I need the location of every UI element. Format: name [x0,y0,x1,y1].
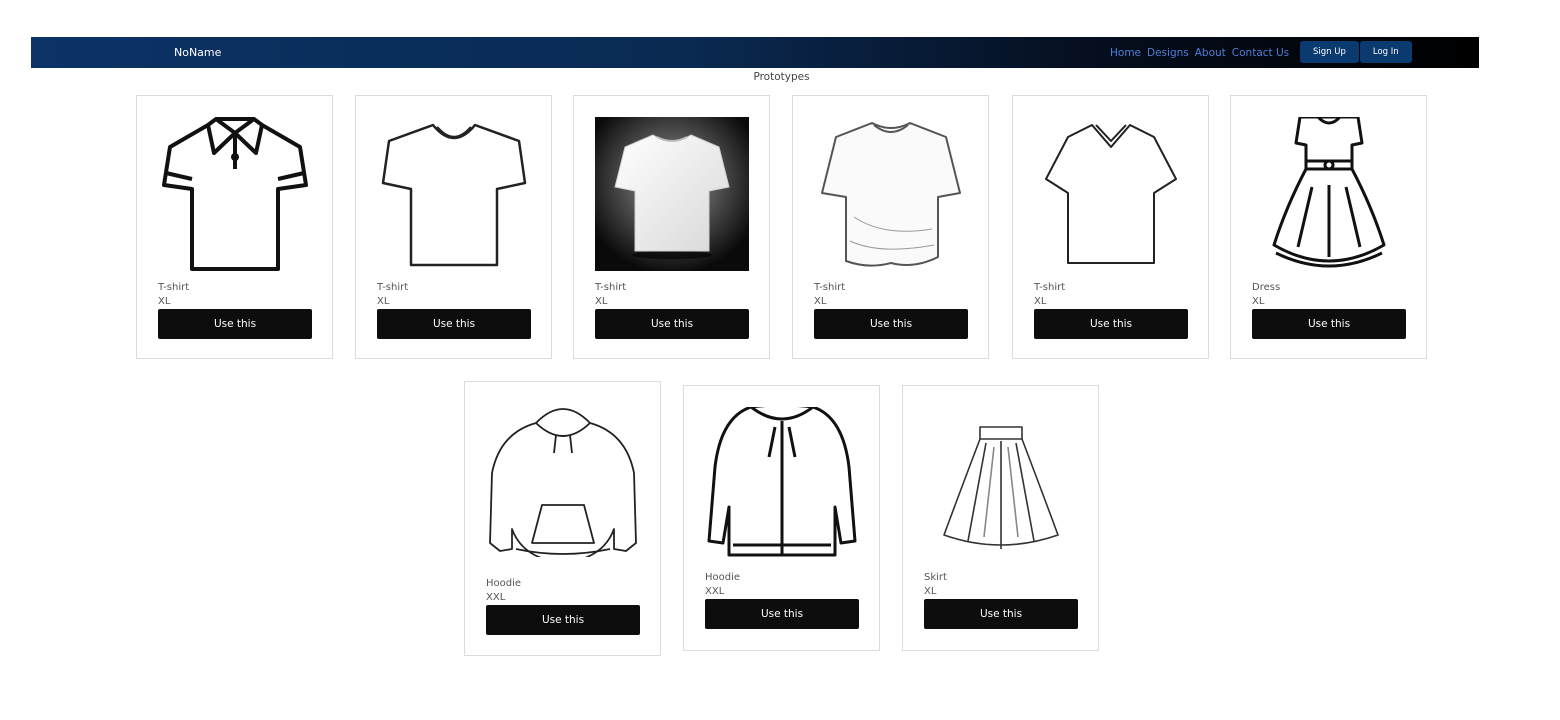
nav-link-home[interactable]: Home [1110,47,1141,59]
product-name: T-shirt [595,282,627,293]
product-name: T-shirt [158,282,190,293]
use-this-button[interactable]: Use this [158,309,312,339]
use-this-button[interactable]: Use this [705,599,859,629]
dress-icon [1252,117,1406,271]
product-size: XL [924,586,937,597]
use-this-button[interactable]: Use this [1252,309,1406,339]
product-size: XL [595,296,608,307]
use-this-button[interactable]: Use this [1034,309,1188,339]
product-name: Hoodie [705,572,741,583]
skirt-icon [924,407,1078,561]
section-title: Prototypes [753,71,810,83]
product-name: T-shirt [377,282,409,293]
product-card: T-shirt XL Use this [355,95,552,359]
use-this-button[interactable]: Use this [595,309,749,339]
use-this-button[interactable]: Use this [486,605,640,635]
use-this-button[interactable]: Use this [814,309,968,339]
navbar: NoName Home Designs About Contact Us Sig… [31,37,1479,68]
nav-link-contact[interactable]: Contact Us [1232,47,1289,59]
brand-logo[interactable]: NoName [174,37,221,68]
hoodie-zip-icon [705,407,859,561]
product-card: T-shirt XL Use this [1012,95,1209,359]
product-card: Skirt XL Use this [902,385,1099,651]
product-card: Dress XL Use this [1230,95,1427,359]
hoodie-pullover-icon [486,403,640,557]
auth-buttons: Sign Up Log In [1300,41,1413,63]
product-name: T-shirt [1034,282,1066,293]
product-card: T-shirt XL Use this [573,95,770,359]
use-this-button[interactable]: Use this [924,599,1078,629]
product-size: XL [158,296,171,307]
product-card: T-shirt XL Use this [792,95,989,359]
tshirt-sketch-icon [814,117,968,271]
signup-button[interactable]: Sign Up [1300,41,1359,63]
polo-shirt-icon [158,117,312,271]
vneck-tshirt-icon [1034,117,1188,271]
use-this-button[interactable]: Use this [377,309,531,339]
product-size: XL [814,296,827,307]
product-name: Hoodie [486,578,522,589]
product-card: Hoodie XXL Use this [464,381,661,656]
product-size: XL [1034,296,1047,307]
crew-tshirt-icon [377,117,531,271]
product-size: XXL [486,592,506,603]
product-card: Hoodie XXL Use this [683,385,880,651]
product-size: XL [1252,296,1265,307]
product-size: XXL [705,586,725,597]
nav-link-designs[interactable]: Designs [1147,47,1189,59]
product-name: Skirt [924,572,947,583]
product-name: T-shirt [814,282,846,293]
nav-links: Home Designs About Contact Us [1110,37,1295,68]
white-tshirt-photo [595,117,749,271]
nav-link-about[interactable]: About [1195,47,1226,59]
product-card: T-shirt XL Use this [136,95,333,359]
login-button[interactable]: Log In [1359,41,1412,63]
product-name: Dress [1252,282,1281,293]
product-size: XL [377,296,390,307]
